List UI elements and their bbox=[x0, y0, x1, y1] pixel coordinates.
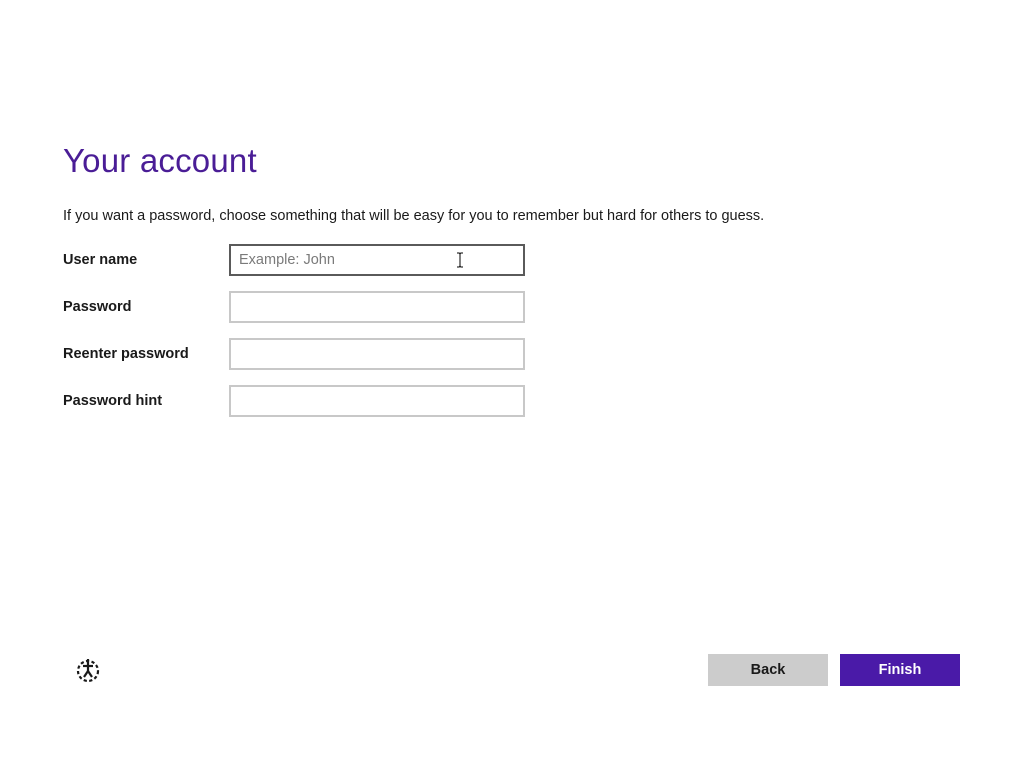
finish-button[interactable]: Finish bbox=[840, 654, 960, 686]
password-hint-input[interactable] bbox=[229, 385, 525, 417]
page-title: Your account bbox=[63, 142, 257, 179]
reenter-password-label: Reenter password bbox=[63, 346, 189, 362]
reenter-password-row: Reenter password bbox=[63, 338, 533, 370]
account-setup-page: Your account If you want a password, cho… bbox=[0, 0, 1024, 768]
back-button[interactable]: Back bbox=[708, 654, 828, 686]
username-input[interactable] bbox=[229, 244, 525, 276]
password-input[interactable] bbox=[229, 291, 525, 323]
password-row: Password bbox=[63, 291, 533, 323]
password-hint-row: Password hint bbox=[63, 385, 533, 417]
page-description: If you want a password, choose something… bbox=[63, 208, 765, 224]
password-hint-label: Password hint bbox=[63, 393, 163, 409]
password-label: Password bbox=[63, 299, 132, 315]
username-label: User name bbox=[63, 252, 138, 268]
reenter-password-input[interactable] bbox=[229, 338, 525, 370]
ease-of-access-icon[interactable] bbox=[74, 656, 102, 684]
i-beam-cursor-icon bbox=[457, 252, 463, 268]
